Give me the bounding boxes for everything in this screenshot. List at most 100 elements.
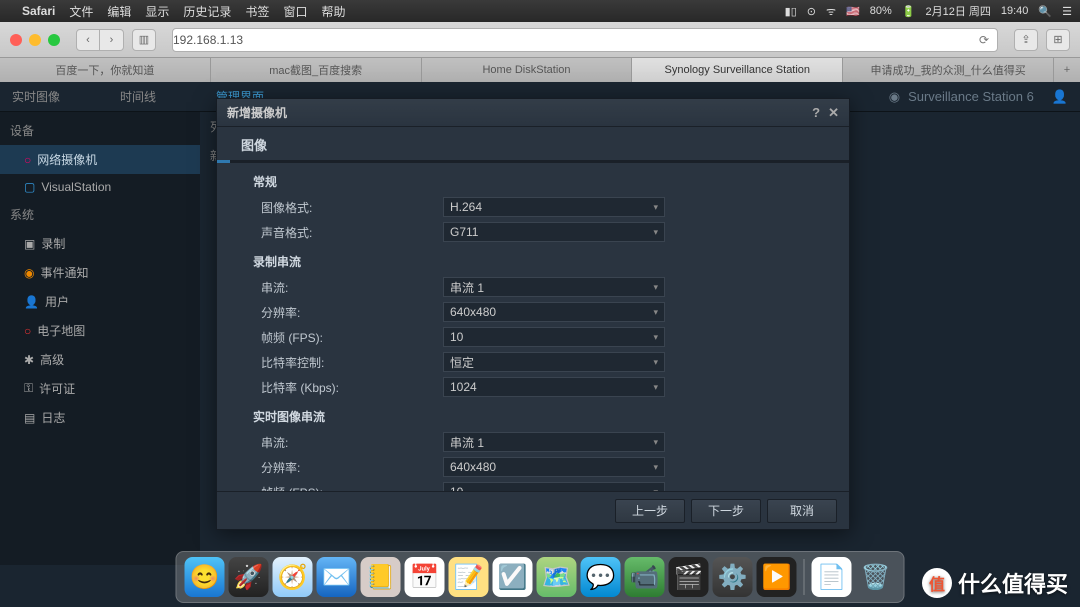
menu-file[interactable]: 文件 [69, 3, 93, 20]
log-icon: ▤ [24, 411, 35, 425]
select-field[interactable]: 10▾ [443, 327, 665, 347]
select-field[interactable]: 640x480 ▾ [443, 302, 665, 322]
form-group-title: 常规 [253, 173, 829, 190]
forward-button[interactable]: › [100, 29, 124, 51]
dock-mail[interactable]: ✉️ [317, 557, 357, 597]
form-row: 声音格式:G711▾ [253, 221, 829, 243]
select-value: 恒定 [450, 354, 474, 371]
dock-trash[interactable]: 🗑️ [856, 557, 896, 597]
back-button[interactable]: ‹ [76, 29, 100, 51]
record-icon: ▣ [24, 237, 35, 251]
reload-icon[interactable]: ⟳ [971, 33, 997, 47]
menu-bookmarks[interactable]: 书签 [245, 3, 269, 20]
select-field[interactable]: 串流 1▾ [443, 432, 665, 452]
chevron-down-icon: ▾ [653, 282, 658, 293]
close-icon[interactable]: ✕ [828, 105, 839, 121]
menu-window[interactable]: 窗口 [283, 3, 307, 20]
form-row: 帧频 (FPS):10▾ [253, 326, 829, 348]
select-field[interactable]: 恒定▾ [443, 352, 665, 372]
app-tab-live[interactable]: 实时图像 [12, 88, 60, 105]
dock-launchpad[interactable]: 🚀 [229, 557, 269, 597]
sidebar-group-system: 系统 [0, 200, 200, 229]
select-value: 1024 [450, 380, 477, 394]
browser-tab[interactable]: 申请成功_我的众测_什么值得买 [843, 58, 1054, 82]
notification-icon[interactable]: ☰ [1062, 5, 1072, 18]
browser-tab[interactable]: Home DiskStation [422, 58, 633, 82]
wizard-progress [217, 160, 849, 163]
sidebar-item-emap[interactable]: ○电子地图 [0, 316, 200, 345]
menubar-date[interactable]: 2月12日 周四 [925, 3, 990, 19]
sidebar-item-visualstation[interactable]: ▢VisualStation [0, 174, 200, 200]
share-button[interactable]: ⇪ [1014, 29, 1038, 51]
select-field[interactable]: 1024▾ [443, 377, 665, 397]
browser-tab-active[interactable]: Synology Surveillance Station [632, 58, 843, 82]
app-tab-timeline[interactable]: 时间线 [120, 88, 156, 105]
select-field[interactable]: G711▾ [443, 222, 665, 242]
select-field[interactable]: 串流 1▾ [443, 277, 665, 297]
sidebar-item-ipcamera[interactable]: ○网络摄像机 [0, 145, 200, 174]
bell-icon: ◉ [24, 266, 34, 280]
close-window-button[interactable] [10, 34, 22, 46]
dock-messages[interactable]: 💬 [581, 557, 621, 597]
dock-notes[interactable]: 📝 [449, 557, 489, 597]
select-field[interactable]: 10▾ [443, 482, 665, 491]
sidebar-item-license[interactable]: ⚿许可证 [0, 374, 200, 403]
minimize-window-button[interactable] [29, 34, 41, 46]
sidebar-item-notifications[interactable]: ◉事件通知 [0, 258, 200, 287]
battery-icon[interactable]: ▮▯ [785, 5, 797, 18]
new-tab-button[interactable]: + [1054, 58, 1080, 82]
maximize-window-button[interactable] [48, 34, 60, 46]
input-flag-icon[interactable]: 🇺🇸 [846, 5, 860, 18]
menubar-app-name[interactable]: Safari [22, 4, 55, 18]
cancel-button[interactable]: 取消 [767, 499, 837, 523]
dock-settings[interactable]: ⚙️ [713, 557, 753, 597]
chevron-down-icon: ▾ [653, 307, 658, 318]
dock-facetime[interactable]: 📹 [625, 557, 665, 597]
brand-icon: ◉ [889, 89, 900, 105]
help-icon[interactable]: ? [812, 105, 820, 121]
sidebar-item-users[interactable]: 👤用户 [0, 287, 200, 316]
select-field[interactable]: H.264▾ [443, 197, 665, 217]
menubar-time[interactable]: 19:40 [1001, 5, 1029, 17]
select-field[interactable]: 640x480▾ [443, 457, 665, 477]
select-value: 640x480 [450, 305, 496, 319]
sidebar-item-recording[interactable]: ▣录制 [0, 229, 200, 258]
battery-shape-icon: 🔋 [902, 5, 916, 18]
prev-button[interactable]: 上一步 [615, 499, 685, 523]
form-label: 图像格式: [253, 199, 443, 216]
chevron-down-icon: ▾ [653, 227, 658, 238]
wifi-icon[interactable]: ᯤ [826, 4, 836, 19]
menu-edit[interactable]: 编辑 [107, 3, 131, 20]
dock-separator [804, 559, 805, 595]
tabs-button[interactable]: ⊞ [1046, 29, 1070, 51]
dock-vlc[interactable]: ▶️ [757, 557, 797, 597]
airdrop-icon[interactable]: ⊙ [807, 5, 816, 18]
sidebar-toggle-button[interactable]: ▥ [132, 29, 156, 51]
safari-tabbar: 百度一下，你就知道 mac截图_百度搜索 Home DiskStation Sy… [0, 58, 1080, 82]
form-label: 比特率 (Kbps): [253, 379, 443, 396]
dock-finder[interactable]: 😊 [185, 557, 225, 597]
monitor-icon: ▢ [24, 180, 35, 194]
dock-maps[interactable]: 🗺️ [537, 557, 577, 597]
spotlight-icon[interactable]: 🔍 [1038, 5, 1052, 18]
camera-icon: ○ [24, 153, 31, 167]
menu-view[interactable]: 显示 [145, 3, 169, 20]
form-row: 分辨率:640x480▾ [253, 456, 829, 478]
menu-help[interactable]: 帮助 [321, 3, 345, 20]
next-button[interactable]: 下一步 [691, 499, 761, 523]
dock-contacts[interactable]: 📒 [361, 557, 401, 597]
dock-music[interactable]: 🎬 [669, 557, 709, 597]
dock-pages[interactable]: 📄 [812, 557, 852, 597]
browser-tab[interactable]: mac截图_百度搜索 [211, 58, 422, 82]
user-icon[interactable]: 👤 [1052, 89, 1068, 105]
dock-safari[interactable]: 🧭 [273, 557, 313, 597]
browser-tab[interactable]: 百度一下，你就知道 [0, 58, 211, 82]
dock-reminders[interactable]: ☑️ [493, 557, 533, 597]
form-row: 比特率控制:恒定▾ [253, 351, 829, 373]
menu-history[interactable]: 历史记录 [183, 3, 231, 20]
sidebar-item-logs[interactable]: ▤日志 [0, 403, 200, 432]
dock-calendar[interactable]: 📅 [405, 557, 445, 597]
dialog-titlebar[interactable]: 新增摄像机 ? ✕ [217, 99, 849, 127]
sidebar-item-advanced[interactable]: ✱高级 [0, 345, 200, 374]
address-bar[interactable]: 192.168.1.13 ⟳ [172, 28, 998, 52]
